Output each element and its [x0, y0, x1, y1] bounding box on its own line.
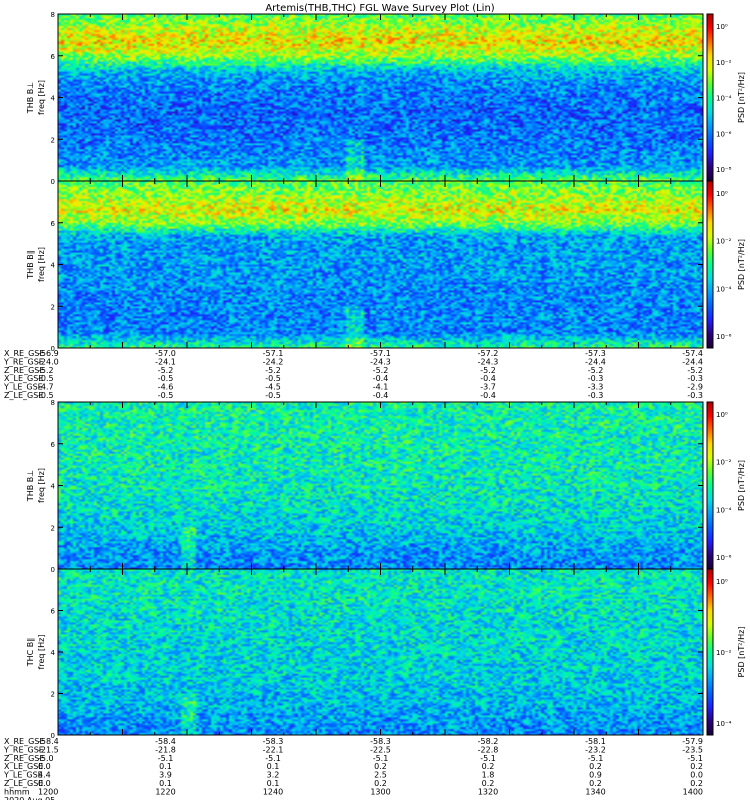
figure-title: Artemis(THB,THC) FGL Wave Survey Plot (L…	[265, 3, 494, 14]
colorbar	[706, 180, 714, 349]
colorbar-tick-label: 10⁻⁸	[716, 166, 732, 174]
y-tick-label: 4	[51, 95, 56, 103]
ephemeris-value: 1340	[585, 787, 605, 796]
y-tick-label: 8	[51, 399, 55, 407]
ephemeris-value: -0.3	[588, 391, 604, 400]
probe-label: THB B⊥	[26, 82, 35, 114]
colorbar-tick-label: 10⁻⁶	[716, 130, 732, 138]
y-tick-label: 2	[51, 524, 55, 532]
colorbar-tick-label: 10⁻²	[716, 649, 732, 657]
colorbar-label: PSD [nT²/Hz]	[737, 460, 746, 511]
probe-label: THB B⊥	[26, 470, 35, 502]
colorbar-label: PSD [nT²/Hz]	[737, 72, 746, 123]
y-tick-label: 4	[51, 262, 56, 270]
colorbar	[706, 401, 714, 570]
ephemeris-table-bottom: X_RE_GSEY_RE_GSEZ_RE_GSEX_LE_GSEY_LE_GSE…	[3, 737, 703, 800]
ephemeris-value: -0.4	[373, 391, 389, 400]
colorbar-tick-label: 10⁻⁴	[716, 720, 732, 728]
ephemeris-value: 1320	[478, 787, 498, 796]
spectrogram-panel: 0 2 4 6 8 THB B⊥ freq [Hz] 10⁻⁶ 10⁻⁴ 10⁻² 10⁰ PSD […	[26, 399, 746, 574]
ephemeris-value: -0.4	[480, 391, 496, 400]
spectrogram-heatmap	[58, 14, 703, 181]
probe-label: THB B∥	[26, 250, 35, 279]
spectrogram-panel: 0 2 4 6 THC B∥ freq [Hz] 10⁻⁴ 10⁻² 10⁰ PSD [nT²/H…	[26, 568, 746, 740]
ephemeris-value: -0.5	[38, 391, 54, 400]
spectrogram-panel: 0 2 4 6 8 THB B⊥ freq [Hz] 10⁻⁸ 10⁻⁶ 10⁻⁴ 10⁻² 10⁰ P…	[26, 11, 746, 186]
ephemeris-value: 1220	[155, 787, 175, 796]
y-tick-label: 2	[51, 691, 55, 699]
y-axis-label: freq [Hz]	[37, 247, 46, 282]
ephemeris-value: -0.3	[687, 391, 703, 400]
y-tick-label: 4	[51, 649, 56, 657]
spectrogram-heatmap	[58, 181, 703, 348]
ephemeris-value: 1240	[263, 787, 283, 796]
y-tick-label: 4	[51, 483, 56, 491]
ephemeris-value: 1400	[683, 787, 703, 796]
spectrogram-heatmap	[58, 402, 703, 569]
ephemeris-row-label: 2020 Aug 05	[4, 796, 55, 800]
ephemeris-value: 1200	[38, 787, 58, 796]
colorbar-tick-label: 10⁰	[716, 190, 728, 198]
colorbar-tick-label: 10⁰	[716, 411, 728, 419]
colorbar-tick-label: 10⁻⁴	[716, 506, 732, 514]
spectrogram-heatmap	[58, 569, 703, 735]
colorbar-tick-label: 10⁻²	[716, 59, 732, 67]
wave-survey-figure: Artemis(THB,THC) FGL Wave Survey Plot (L…	[3, 3, 746, 800]
ephemeris-value: -0.5	[158, 391, 174, 400]
ephemeris-table-top: X_RE_GSEY_RE_GSEZ_RE_GSEX_LE_GSEY_LE_GSE…	[3, 349, 703, 400]
y-tick-label: 2	[51, 136, 55, 144]
colorbar-tick-label: 10⁻⁴	[716, 285, 732, 293]
y-axis-label: freq [Hz]	[37, 635, 46, 670]
y-tick-label: 6	[51, 441, 56, 449]
colorbar-label: PSD [nT²/Hz]	[737, 627, 746, 678]
y-tick-label: 6	[51, 608, 56, 616]
colorbar	[706, 568, 714, 736]
ephemeris-value: -0.5	[265, 391, 281, 400]
colorbar-tick-label: 10⁰	[716, 23, 728, 31]
colorbar-tick-label: 10⁻⁴	[716, 95, 732, 103]
ephemeris-value: 1300	[370, 787, 390, 796]
y-tick-label: 0	[51, 566, 55, 574]
y-tick-label: 8	[51, 11, 55, 19]
y-tick-label: 6	[51, 220, 56, 228]
spectrogram-panel: 0 2 4 6 THB B∥ freq [Hz] 10⁻⁶ 10⁻⁴ 10⁻² 10⁰ PSD [n…	[26, 180, 746, 353]
y-axis-label: freq [Hz]	[37, 80, 46, 115]
y-tick-label: 2	[51, 303, 55, 311]
y-axis-label: freq [Hz]	[37, 468, 46, 503]
colorbar	[706, 13, 714, 182]
colorbar-tick-label: 10⁻²	[716, 459, 732, 467]
y-tick-label: 0	[51, 178, 55, 186]
probe-label: THC B∥	[26, 638, 35, 668]
colorbar-tick-label: 10⁻⁶	[716, 554, 732, 562]
y-tick-label: 6	[51, 53, 56, 61]
colorbar-label: PSD [nT²/Hz]	[737, 239, 746, 290]
colorbar-tick-label: 10⁰	[716, 578, 728, 586]
colorbar-tick-label: 10⁻⁶	[716, 333, 732, 341]
colorbar-tick-label: 10⁻²	[716, 238, 732, 246]
